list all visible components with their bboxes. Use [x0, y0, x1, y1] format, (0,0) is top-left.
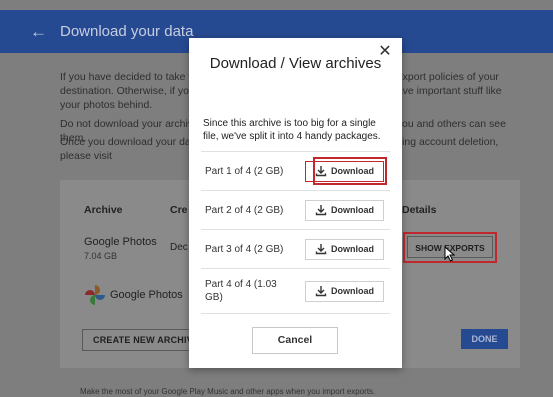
download-part-3-button[interactable]: Download [305, 239, 384, 260]
archive-size: 7.04 GB [84, 251, 118, 261]
download-icon [315, 244, 327, 255]
package-label: Part 1 of 4 (2 GB) [205, 166, 284, 177]
download-archives-dialog: ✕ Download / View archives Since this ar… [189, 38, 402, 368]
download-part-2-button[interactable]: Download [305, 200, 384, 221]
back-arrow-icon[interactable]: ← [30, 22, 47, 42]
dialog-title: Download / View archives [209, 55, 382, 72]
package-label: Part 3 of 4 (2 GB) [205, 244, 284, 255]
package-label: Part 4 of 4 (1.03 GB) [205, 279, 277, 303]
download-part-4-button[interactable]: Download [305, 281, 384, 302]
divider [201, 313, 390, 314]
package-label: Part 2 of 4 (2 GB) [205, 205, 284, 216]
package-row: Part 2 of 4 (2 GB) Download [201, 190, 390, 229]
download-label: Download [331, 286, 374, 296]
cancel-button[interactable]: Cancel [252, 327, 338, 354]
footer-text: Make the most of your Google Play Music … [80, 387, 376, 396]
dialog-description: Since this archive is too big for a sing… [203, 118, 381, 142]
package-row: Part 4 of 4 (1.03 GB) Download [201, 268, 390, 313]
column-details: Details [402, 204, 437, 216]
download-label: Download [331, 205, 374, 215]
download-part-1-highlight [313, 157, 387, 185]
archive-created: Dec [170, 242, 188, 253]
package-row: Part 3 of 4 (2 GB) Download [201, 229, 390, 268]
page-title: Download your data [60, 23, 194, 40]
mouse-pointer-icon [444, 246, 456, 262]
column-archive: Archive [84, 204, 123, 216]
done-button[interactable]: DONE [461, 329, 508, 349]
create-new-archive-button[interactable]: CREATE NEW ARCHIVE [82, 329, 194, 351]
download-icon [315, 286, 327, 297]
download-icon [315, 205, 327, 216]
download-label: Download [331, 244, 374, 254]
google-photos-label: Google Photos [110, 289, 183, 301]
archive-name: Google Photos [84, 236, 157, 248]
google-photos-logo-icon [84, 284, 106, 306]
column-created: Cre [170, 204, 188, 216]
